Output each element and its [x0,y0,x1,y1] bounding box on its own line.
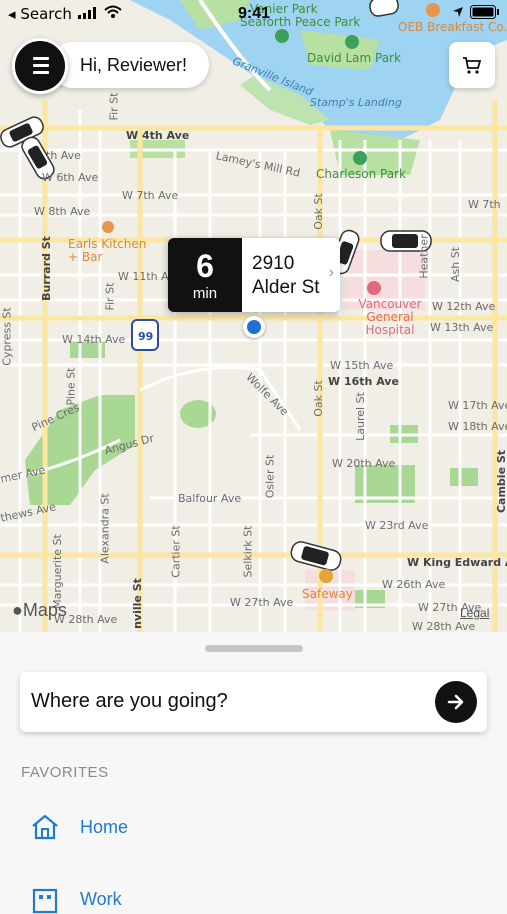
map-label-burrard: Burrard St [39,236,53,301]
map-label-marguerite: Marguerite St [50,534,64,609]
bottom-sheet: Where are you going? FAVORITES Home Work [0,632,507,914]
status-back-search[interactable]: ◂ Search [8,5,72,23]
arrow-right-icon [447,694,464,710]
map-label-fir-st-top: Fir St [107,92,121,121]
map-label-vgh: Vancouver General Hospital [358,297,422,337]
map-label-w26th: W 26th Ave [382,578,446,591]
map-label-w7th-right: W 7th [468,198,501,211]
maps-attribution: Maps [22,600,67,620]
cart-icon [463,57,482,74]
cart-button[interactable] [449,42,495,88]
map-label-w23rd: W 23rd Ave [365,519,429,532]
map-label-cypress: Cypress St [0,307,14,366]
map-label-granville-st: nville St [130,578,144,629]
destination-placeholder: Where are you going? [31,690,228,712]
chevron-right-icon: › [328,264,334,281]
map-label-cambie: Cambie St [495,449,507,514]
eta-time-box: 6 min [168,238,242,312]
home-icon [32,814,58,840]
location-arrow-icon [453,7,463,17]
eta-minutes: 6 [196,248,214,284]
map-label-safeway: Safeway [302,587,353,601]
sheet-drag-handle[interactable] [205,645,303,652]
map-label-w17th: W 17th Ave [448,399,507,412]
map-label-charleson-park: Charleson Park [316,167,406,181]
pickup-location-pin[interactable] [243,316,265,338]
map-label-david-lam-park: David Lam Park [307,51,401,65]
pickup-address: 2910 Alder St [252,252,320,300]
pickup-address-line1: 2910 [252,253,295,274]
go-button[interactable] [435,681,477,723]
work-icon [32,888,58,914]
map-label-selkirk: Selkirk St [241,525,255,578]
map-label-stamps-landing: Stamp's Landing [310,96,402,109]
map-label-alexandra: Alexandra St [98,493,112,564]
map-label-king-edward: W King Edward Ave [407,556,507,569]
map-label-pine-st: Pine St [64,367,78,406]
status-time: 9:41 [238,5,271,22]
signal-icon [78,7,96,19]
map-label-earls: Earls Kitchen + Bar [68,237,147,264]
favorites-heading: FAVORITES [21,764,109,781]
status-bar: ◂ Search 9:41 [0,0,507,28]
map-label-balfour: Balfour Ave [178,492,242,505]
destination-search-box[interactable]: Where are you going? [20,672,487,732]
map-label-w16th: W 16th Ave [328,375,399,388]
map-label-w5th: th Ave [46,149,81,162]
map-label-w6th: W 6th Ave [42,171,99,184]
map-label-w27th: W 27th Ave [230,596,294,609]
map-label-fir-st: Fir St [103,282,117,311]
map-label-w12th: W 12th Ave [432,300,496,313]
greeting-pill: Hi, Reviewer! [50,42,210,88]
route-99-shield: 99 [138,330,154,343]
map-label-laurel: Laurel St [353,392,367,441]
map-label-heather: Heather [417,234,431,279]
map-label-w28th-right: W 28th Ave [412,620,476,632]
eta-unit: min [192,285,218,302]
map-label-w18th: W 18th Ave [448,420,507,433]
map-label-oak-st-lower: Oak St [311,380,325,417]
map-label-w20th: W 20th Ave [332,457,396,470]
map-label-w7th: W 7th Ave [122,189,179,202]
battery-icon [470,5,499,19]
wifi-icon [104,5,122,18]
legal-link[interactable]: Legal [460,606,489,620]
map-label-w8th: W 8th Ave [34,205,91,218]
pickup-address-line2: Alder St [252,277,320,298]
status-back-label: Search [20,5,72,23]
map-label-w15th: W 15th Ave [330,359,394,372]
map-label-cartier: Cartier St [169,525,183,578]
apple-maps-logo: ●Maps [12,600,67,621]
menu-button[interactable] [12,38,68,94]
map-view[interactable]: Vanier Park Seaforth Peace Park OEB Brea… [0,0,507,632]
map-label-w14th: W 14th Ave [62,333,126,346]
eta-callout[interactable]: 6 min 2910 Alder St › [168,238,340,312]
map-label-oak-st: Oak St [311,193,325,230]
map-label-w4th: W 4th Ave [126,129,190,142]
map-label-ash: Ash St [449,246,463,283]
map-label-osler: Osler St [263,454,277,499]
favorite-home-label: Home [80,817,129,837]
apple-icon: ● [12,600,23,620]
